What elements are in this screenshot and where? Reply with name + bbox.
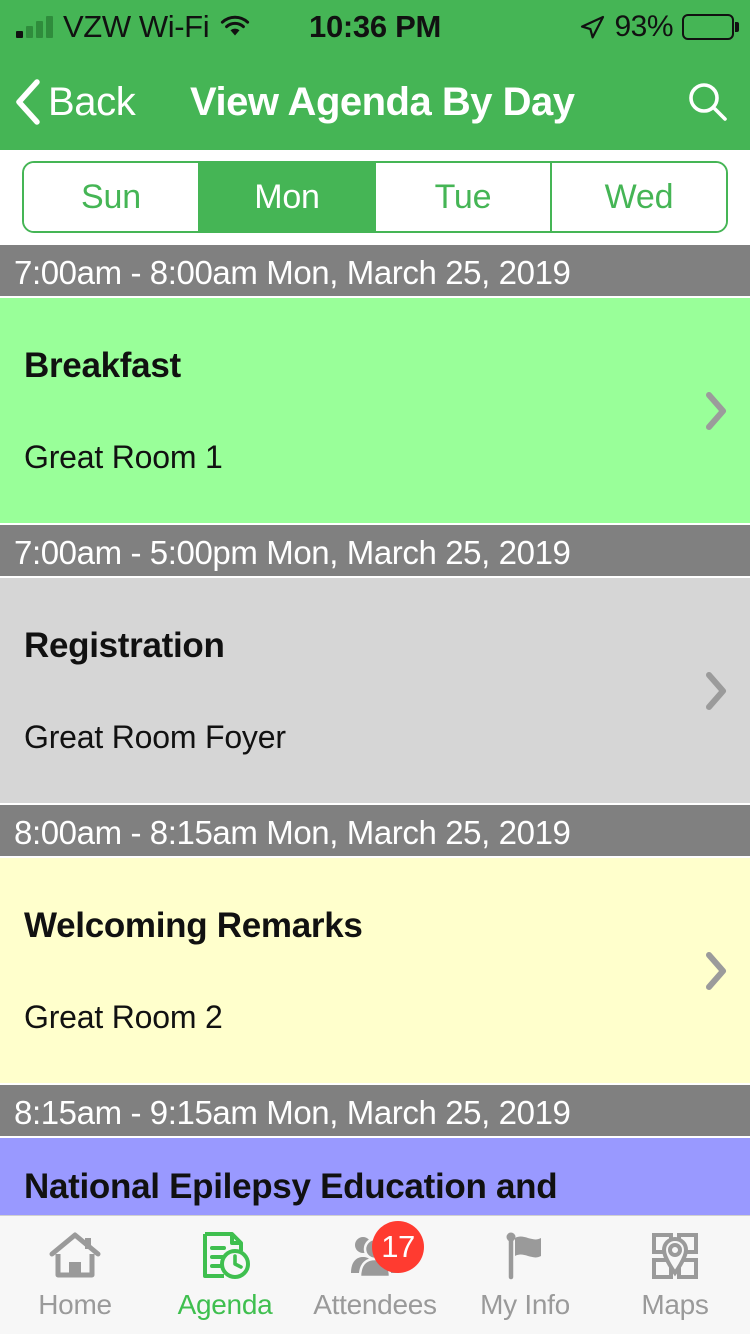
tab-label: Agenda xyxy=(177,1289,273,1320)
battery-percent-label: 93% xyxy=(614,10,673,43)
day-tab-mon[interactable]: Mon xyxy=(200,163,376,231)
tab-attendees[interactable]: 17 Attendees xyxy=(300,1216,450,1334)
navigation-bar: Back View Agenda By Day xyxy=(0,54,750,150)
tab-label: Attendees xyxy=(313,1289,437,1320)
day-tab-label: Sun xyxy=(81,177,141,216)
status-bar-left: VZW Wi-Fi xyxy=(16,9,375,45)
session-row[interactable]: Welcoming Remarks Great Room 2 xyxy=(0,858,750,1085)
session-title: Breakfast xyxy=(24,346,181,386)
session-time-header: 7:00am - 5:00pm Mon, March 25, 2019 xyxy=(0,525,750,578)
search-icon xyxy=(684,78,732,126)
tab-maps[interactable]: Maps xyxy=(600,1216,750,1334)
session-title: Registration xyxy=(24,626,225,666)
day-tab-tue[interactable]: Tue xyxy=(376,163,552,231)
search-button[interactable] xyxy=(684,78,732,126)
session-title: National Epilepsy Education and xyxy=(24,1167,558,1206)
chevron-right-icon xyxy=(704,671,728,711)
session-time-header: 7:00am - 8:00am Mon, March 25, 2019 xyxy=(0,245,750,298)
cellular-signal-icon xyxy=(16,16,53,38)
tab-my-info[interactable]: My Info xyxy=(450,1216,600,1334)
tab-agenda[interactable]: Agenda xyxy=(150,1216,300,1334)
back-button[interactable]: Back xyxy=(14,79,136,125)
day-tab-sun[interactable]: Sun xyxy=(24,163,200,231)
day-segmented-control[interactable]: Sun Mon Tue Wed xyxy=(22,161,728,233)
tab-home[interactable]: Home xyxy=(0,1216,150,1334)
status-bar: VZW Wi-Fi 10:36 PM 93% xyxy=(0,0,750,54)
agenda-document-clock-icon xyxy=(198,1229,252,1283)
chevron-right-icon xyxy=(704,391,728,431)
status-bar-right: 93% xyxy=(375,10,734,44)
map-pin-grid-icon xyxy=(648,1229,702,1283)
session-title: Welcoming Remarks xyxy=(24,906,363,946)
session-row[interactable]: Registration Great Room Foyer xyxy=(0,578,750,805)
tab-label: Maps xyxy=(641,1289,709,1320)
session-location: Great Room Foyer xyxy=(24,718,286,755)
wifi-icon xyxy=(219,15,251,39)
battery-full-icon xyxy=(682,14,734,40)
session-time-header: 8:15am - 9:15am Mon, March 25, 2019 xyxy=(0,1085,750,1138)
day-tab-label: Wed xyxy=(604,177,674,216)
session-location: Great Room 1 xyxy=(24,438,223,475)
day-tab-label: Tue xyxy=(434,177,492,216)
day-tab-wed[interactable]: Wed xyxy=(552,163,726,231)
session-time-header: 8:00am - 8:15am Mon, March 25, 2019 xyxy=(0,805,750,858)
tab-label: My Info xyxy=(480,1289,570,1320)
page-title: View Agenda By Day xyxy=(190,79,575,124)
session-row[interactable]: Breakfast Great Room 1 xyxy=(0,298,750,525)
chevron-right-icon xyxy=(704,951,728,991)
carrier-label: VZW Wi-Fi xyxy=(63,9,210,44)
day-tab-label: Mon xyxy=(254,177,320,216)
attendees-badge: 17 xyxy=(372,1221,424,1273)
location-arrow-icon xyxy=(579,14,605,40)
people-icon: 17 xyxy=(348,1221,424,1283)
chevron-left-icon xyxy=(14,79,42,125)
day-tabs-container: Sun Mon Tue Wed xyxy=(0,150,750,245)
app-screen: VZW Wi-Fi 10:36 PM 93% Back View Agenda … xyxy=(0,0,750,1334)
tab-label: Home xyxy=(38,1289,112,1320)
session-location: Great Room 2 xyxy=(24,998,223,1035)
bottom-tab-bar: Home Agenda 17 Attendees My Info Maps xyxy=(0,1215,750,1334)
back-button-label: Back xyxy=(48,79,136,124)
home-icon xyxy=(48,1229,102,1283)
flag-icon xyxy=(498,1229,552,1283)
agenda-session-list[interactable]: 7:00am - 8:00am Mon, March 25, 2019 Brea… xyxy=(0,245,750,1334)
